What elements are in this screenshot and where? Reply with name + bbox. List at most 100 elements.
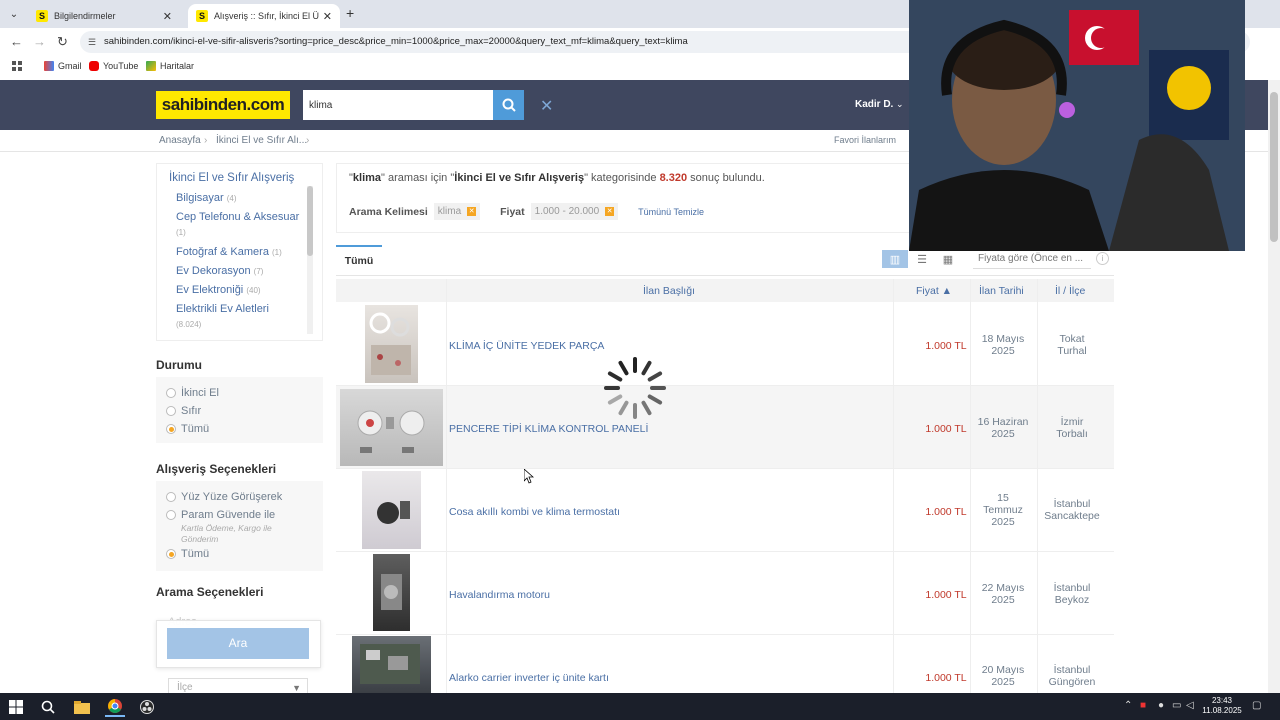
tray-chevron-icon[interactable]: ⌃: [1124, 700, 1132, 711]
radio-param-guvende[interactable]: Param Güvende ile Kartla Ödeme, Kargo ile…: [166, 509, 275, 544]
shopping-options-title: Alışveriş Seçenekleri: [156, 462, 277, 476]
category-item[interactable]: Cep Telefonu & Aksesuar (1): [176, 210, 306, 240]
listing-thumbnail[interactable]: [362, 471, 421, 549]
grid-view-icon[interactable]: ▦: [935, 250, 961, 268]
search-icon: [502, 98, 516, 112]
youtube-icon: [89, 61, 99, 71]
ara-button[interactable]: Ara: [167, 628, 309, 659]
radio-yuz-yuze[interactable]: Yüz Yüze Görüşerek: [166, 491, 282, 503]
apps-icon[interactable]: [12, 61, 22, 71]
page-scrollbar[interactable]: [1268, 80, 1280, 693]
tray-app-icon[interactable]: ■: [1140, 700, 1146, 711]
listing-title[interactable]: Cosa akıllı kombi ve klima termostatı: [449, 506, 620, 518]
listing-title[interactable]: Havalandırma motoru: [449, 589, 550, 601]
category-title[interactable]: İkinci El ve Sıfır Alışveriş: [169, 172, 294, 184]
col-title[interactable]: İlan Başlığı: [643, 285, 695, 297]
filter-chip-keyword[interactable]: klima ✕: [433, 203, 481, 220]
category-item[interactable]: Elektrikli Ev Aletleri (8.024): [176, 302, 306, 332]
col-date[interactable]: İlan Tarihi: [979, 285, 1024, 297]
listing-location: İstanbul Beykoz: [1053, 582, 1091, 606]
search-input[interactable]: [303, 90, 493, 120]
tab-title: Bilgilendirmeler: [54, 11, 116, 21]
radio-icon: [166, 549, 176, 559]
tab-all[interactable]: Tümü: [336, 245, 382, 275]
mouse-cursor-icon: [524, 469, 534, 484]
tab-search-icon[interactable]: ⌄: [6, 6, 22, 22]
listing-thumbnail[interactable]: [340, 389, 443, 466]
windows-start-icon[interactable]: [6, 697, 26, 717]
bookmark-youtube[interactable]: YouTube: [89, 61, 138, 71]
favorites-link[interactable]: Favori İlanlarım: [834, 135, 896, 145]
col-price[interactable]: Fiyat ▲: [916, 285, 952, 297]
listing-date: 20 Mayıs 2025: [981, 664, 1025, 688]
scroll-thumb[interactable]: [307, 186, 313, 256]
tab-close-icon[interactable]: ✕: [163, 10, 172, 23]
webcam-image: [909, 0, 1245, 251]
category-item[interactable]: Ev Dekorasyon (7): [176, 264, 306, 279]
listing-title[interactable]: Alarko carrier inverter iç ünite kartı: [449, 672, 609, 684]
sort-select[interactable]: Fiyata göre (Önce en ...: [973, 249, 1091, 269]
category-scrollbar[interactable]: [307, 186, 313, 334]
taskbar-clock[interactable]: 23:43 11.08.2025: [1200, 696, 1244, 716]
listing-thumbnail[interactable]: [365, 305, 418, 383]
table-row[interactable]: KLİMA İÇ ÜNİTE YEDEK PARÇA 1.000 TL 18 M…: [336, 303, 1114, 386]
list-view-icon[interactable]: ☰: [909, 250, 935, 268]
notifications-icon[interactable]: ▢: [1252, 700, 1261, 711]
microphone-icon[interactable]: ●: [1158, 700, 1164, 711]
back-icon[interactable]: ←: [10, 34, 23, 49]
chevron-down-icon[interactable]: ⌄: [896, 99, 904, 110]
listing-location: İstanbul Güngören: [1048, 664, 1096, 688]
scroll-thumb[interactable]: [1270, 92, 1278, 242]
tab-bilgilendirmeler[interactable]: S Bilgilendirmeler ✕: [28, 4, 180, 28]
info-icon[interactable]: i: [1096, 252, 1109, 265]
radio-tumu-shopping[interactable]: Tümü: [166, 548, 209, 560]
table-row[interactable]: Havalandırma motoru 1.000 TL 22 Mayıs 202…: [336, 552, 1114, 635]
radio-tumu[interactable]: Tümü: [166, 423, 209, 435]
col-location[interactable]: İl / İlçe: [1055, 285, 1085, 297]
column-divider: [1037, 279, 1038, 694]
clear-all-link[interactable]: Tümünü Temizle: [638, 207, 704, 217]
user-menu[interactable]: Kadir D.: [855, 99, 893, 110]
breadcrumb-home[interactable]: Anasayfa: [159, 135, 201, 146]
table-row[interactable]: PENCERE TİPİ KLİMA KONTROL PANELİ 1.000 …: [336, 386, 1114, 469]
listing-title[interactable]: PENCERE TİPİ KLİMA KONTROL PANELİ: [449, 423, 648, 435]
tab-close-icon[interactable]: ✕: [323, 10, 332, 23]
file-explorer-icon[interactable]: [72, 697, 92, 717]
listing-date: 16 Haziran 2025: [977, 416, 1029, 440]
site-logo[interactable]: sahibinden.com: [156, 91, 290, 119]
table-row[interactable]: Cosa akıllı kombi ve klima termostatı 1.…: [336, 469, 1114, 552]
breadcrumb-category[interactable]: İkinci El ve Sıfır Alı...: [216, 135, 307, 146]
search-button[interactable]: [493, 90, 524, 120]
site-info-icon[interactable]: ☰: [88, 31, 96, 53]
listing-thumbnail[interactable]: [373, 554, 410, 631]
radio-icon: [166, 406, 176, 416]
results-summary: "klima" araması için "İkinci El ve Sıfır…: [349, 172, 765, 184]
reload-icon[interactable]: ↻: [57, 34, 68, 50]
loading-spinner-icon: [604, 357, 666, 419]
radio-ikinci-el[interactable]: İkinci El: [166, 387, 219, 399]
clear-search-icon[interactable]: ✕: [540, 96, 553, 116]
chrome-icon[interactable]: [105, 697, 125, 717]
remove-filter-icon[interactable]: ✕: [605, 207, 615, 216]
obs-icon[interactable]: [137, 697, 157, 717]
listing-title[interactable]: KLİMA İÇ ÜNİTE YEDEK PARÇA: [449, 340, 604, 352]
volume-icon[interactable]: ◁: [1186, 700, 1194, 711]
forward-icon[interactable]: →: [33, 34, 46, 49]
listing-thumbnail[interactable]: [352, 636, 431, 694]
table-view-icon[interactable]: ▥: [882, 250, 908, 268]
radio-sifir[interactable]: Sıfır: [166, 405, 201, 417]
category-item[interactable]: Bilgisayar (4): [176, 191, 306, 206]
webcam-overlay: [909, 0, 1245, 251]
network-icon[interactable]: ▭: [1172, 700, 1181, 711]
remove-filter-icon[interactable]: ✕: [467, 207, 477, 216]
category-item[interactable]: Fotoğraf & Kamera (1): [176, 245, 306, 260]
new-tab-icon[interactable]: +: [346, 5, 354, 21]
radio-icon: [166, 510, 176, 520]
bookmark-haritalar[interactable]: Haritalar: [146, 61, 194, 71]
tab-alisveris[interactable]: S Alışveriş :: Sıfır, İkinci El Ürünler …: [188, 4, 340, 28]
category-item[interactable]: Ev Elektroniği (40): [176, 283, 306, 298]
taskbar-search-icon[interactable]: [38, 697, 58, 717]
filter-chip-price[interactable]: 1.000 - 20.000 ✕: [530, 203, 619, 220]
search-options-title: Arama Seçenekleri: [156, 585, 264, 599]
bookmark-gmail[interactable]: Gmail: [44, 61, 82, 71]
